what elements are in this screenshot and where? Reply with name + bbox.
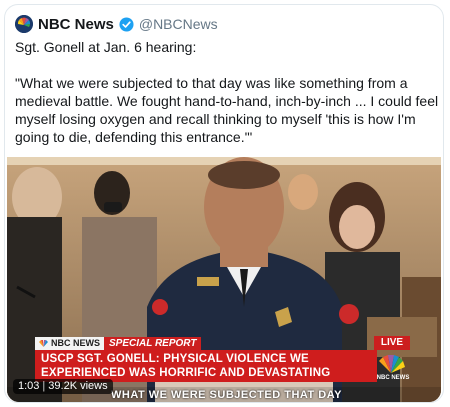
video-stats-badge: 1:03 | 39.2K views xyxy=(13,379,113,394)
nbc-news-brand: NBC NEWS xyxy=(35,337,104,350)
tweet-header: NBC News @NBCNews xyxy=(15,13,218,35)
news-lower-third: NBC NEWS SPECIAL REPORT USCP SGT. GONELL… xyxy=(35,337,395,382)
brand-bar: NBC NEWS SPECIAL REPORT xyxy=(35,337,395,350)
headline-line-2: EXPERIENCED WAS HORRIFIC AND DEVASTATING xyxy=(41,367,331,379)
tweet-text-line: Sgt. Gonell at Jan. 6 hearing: xyxy=(15,39,197,55)
brand-label: NBC NEWS xyxy=(51,338,100,348)
view-count: 39.2K views xyxy=(48,380,108,392)
tweet-card[interactable]: NBC News @NBCNews Sgt. Gonell at Jan. 6 … xyxy=(4,4,444,403)
headline-box: USCP SGT. GONELL: PHYSICAL VIOLENCE WE E… xyxy=(35,350,377,382)
separator: | xyxy=(42,380,46,392)
video-duration: 1:03 xyxy=(18,380,40,392)
tweet-text: Sgt. Gonell at Jan. 6 hearing: "What we … xyxy=(15,38,440,164)
verified-badge-icon xyxy=(119,16,134,32)
author-name[interactable]: NBC News xyxy=(38,16,114,33)
special-report-label: SPECIAL REPORT xyxy=(104,337,202,350)
nbc-peacock-icon xyxy=(379,355,405,373)
video-player[interactable]: NBC NEWS SPECIAL REPORT USCP SGT. GONELL… xyxy=(7,157,441,402)
headline-line-1: USCP SGT. GONELL: PHYSICAL VIOLENCE WE xyxy=(41,353,309,365)
tweet-quote: "What we were subjected to that day was … xyxy=(15,75,439,145)
nbc-peacock-logo-icon[interactable] xyxy=(15,15,33,33)
closed-caption: WHAT WE WERE SUBJECTED THAT DAY xyxy=(111,389,343,401)
network-caption: NBC NEWS xyxy=(376,375,410,381)
live-badge: LIVE xyxy=(374,336,410,350)
author-handle[interactable]: @NBCNews xyxy=(139,16,218,32)
peacock-small-icon xyxy=(39,340,48,347)
